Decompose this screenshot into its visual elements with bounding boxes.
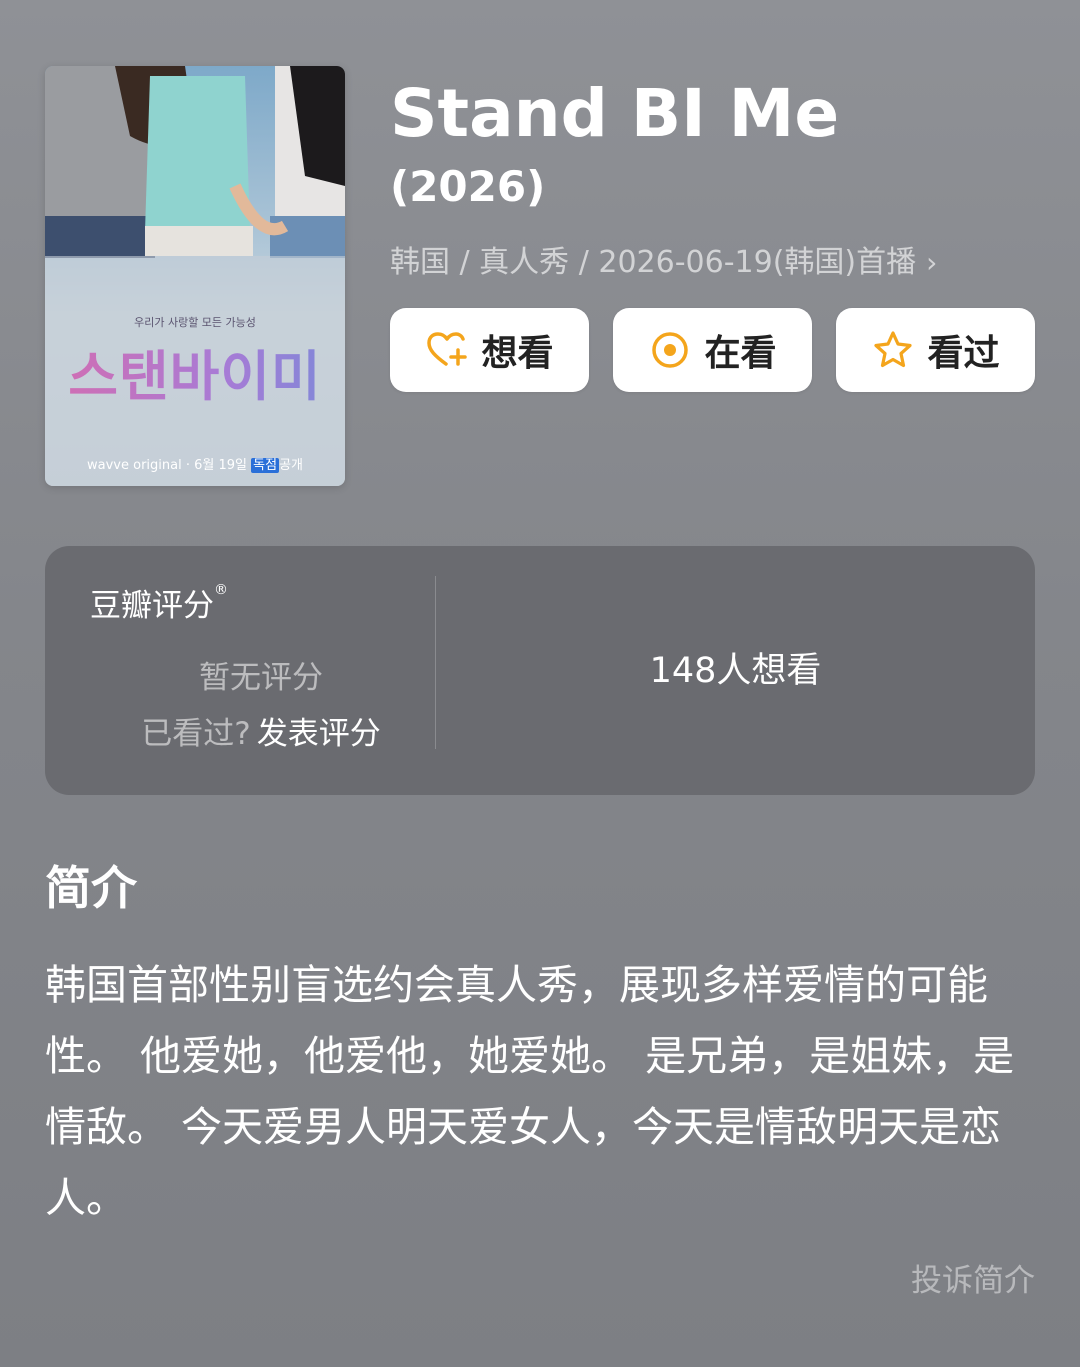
post-rating-link[interactable]: 发表评分 xyxy=(257,716,381,752)
poster-tagline: 우리가 사랑할 모든 가능성 xyxy=(134,316,256,329)
want-button-label: 想看 xyxy=(481,333,554,374)
rating-card: 豆瓣评分® 暂无评分 已看过? 发表评分 148人想看 xyxy=(45,546,1035,795)
want-button[interactable]: 想看 xyxy=(390,308,589,392)
poster-logo: 스탠바이미 xyxy=(45,332,345,411)
no-rating-text: 暂无评分 xyxy=(199,660,323,696)
watched-button-label: 看过 xyxy=(927,333,1000,374)
page-title: Stand BI Me xyxy=(390,75,840,152)
poster-footer-end: 공개 xyxy=(279,458,303,473)
report-intro-link[interactable]: 投诉简介 xyxy=(911,1255,1035,1300)
meta-info-text: 韩国 / 真人秀 / 2026-06-19(韩国)首播 xyxy=(390,245,917,280)
rate-prompt: 已看过? 发表评分 xyxy=(45,708,477,753)
seen-question: 已看过? xyxy=(141,716,251,752)
target-circle-icon xyxy=(652,332,689,368)
want-count[interactable]: 148人想看 xyxy=(436,642,1035,693)
meta-info[interactable]: 韩国 / 真人秀 / 2026-06-19(韩国)首播 › xyxy=(390,243,937,283)
watched-button[interactable]: 看过 xyxy=(836,308,1035,392)
poster-footer: wavve original · 6월 19일 독점 공개 xyxy=(45,454,345,473)
douban-rating-label: 豆瓣评分® xyxy=(90,580,228,625)
registered-mark: ® xyxy=(214,582,228,598)
release-year: (2026) xyxy=(390,162,546,211)
heart-plus-icon xyxy=(427,332,468,366)
poster-footer-brand: wavve original xyxy=(87,458,182,473)
intro-heading: 简介 xyxy=(45,861,137,915)
poster-illustration xyxy=(45,66,345,486)
watching-button-label: 在看 xyxy=(704,333,777,374)
poster-image[interactable]: 우리가 사랑할 모든 가능성 스탠바이미 wavve original · 6월… xyxy=(45,66,345,486)
poster-footer-date: · 6월 19일 xyxy=(185,458,247,473)
star-icon xyxy=(874,331,913,368)
chevron-right-icon: › xyxy=(926,246,938,279)
watching-button[interactable]: 在看 xyxy=(613,308,812,392)
poster-footer-badge: 독점 xyxy=(251,458,280,473)
douban-rating-label-text: 豆瓣评分 xyxy=(90,588,214,624)
intro-text: 韩国首部性别盲选约会真人秀，展现多样爱情的可能性。 他爱她，他爱他，她爱她。 是… xyxy=(45,961,1015,1222)
